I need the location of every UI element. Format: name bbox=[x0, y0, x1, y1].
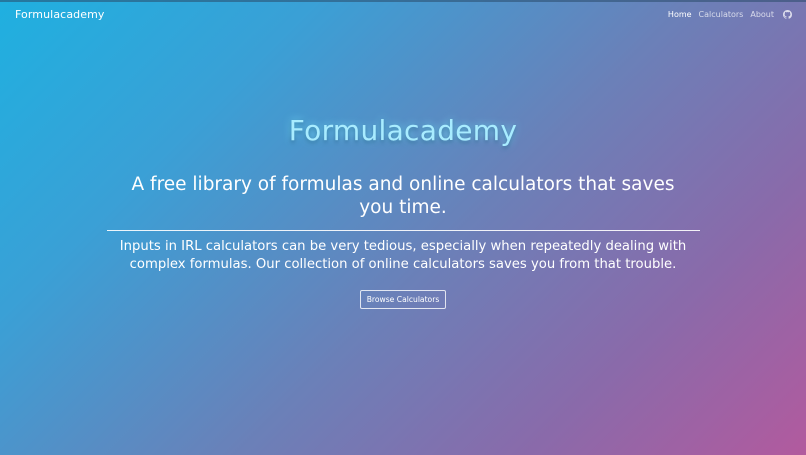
nav-links: Home Calculators About bbox=[668, 9, 792, 19]
hero-title: Formulacademy bbox=[288, 114, 518, 147]
hero-divider bbox=[107, 230, 700, 231]
brand-logo-link[interactable]: Formulacademy bbox=[15, 8, 105, 21]
hero-tagline: A free library of formulas and online ca… bbox=[131, 174, 675, 218]
nav-link-calculators[interactable]: Calculators bbox=[699, 10, 744, 19]
browse-calculators-button[interactable]: Browse Calculators bbox=[360, 290, 446, 309]
navbar: Formulacademy Home Calculators About bbox=[0, 0, 806, 28]
hero-description: Inputs in IRL calculators can be very te… bbox=[119, 239, 687, 272]
nav-link-about[interactable]: About bbox=[750, 10, 774, 19]
nav-link-home[interactable]: Home bbox=[668, 10, 692, 19]
github-icon[interactable] bbox=[783, 9, 792, 19]
